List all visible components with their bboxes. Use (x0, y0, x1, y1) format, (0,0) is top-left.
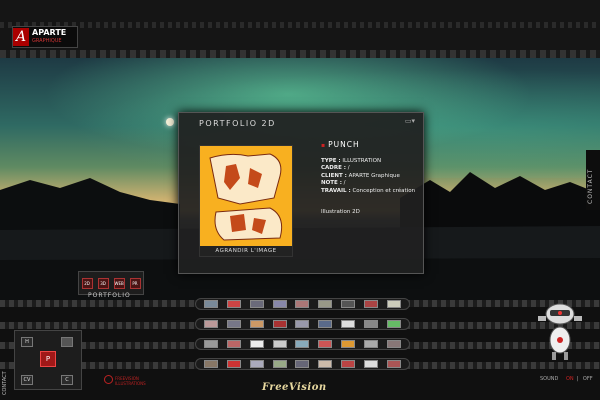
thumbnail[interactable] (249, 300, 264, 308)
category-2d-button[interactable]: 2D (81, 277, 93, 289)
thumbnail-strip-3 (195, 338, 410, 350)
sound-off-button[interactable]: OFF (583, 376, 593, 382)
thumbnail[interactable] (272, 340, 287, 348)
thumbnail[interactable] (318, 320, 333, 328)
sound-toggle: SOUND ON | OFF (540, 376, 593, 382)
thumbnail[interactable] (363, 320, 378, 328)
nav-contact-button[interactable]: C (61, 375, 73, 385)
thumbnail[interactable] (272, 300, 287, 308)
nav-cv-button[interactable]: CV (21, 375, 33, 385)
illustration-image[interactable] (200, 146, 292, 246)
thumbnail[interactable] (227, 320, 242, 328)
thumbnail[interactable] (204, 300, 219, 308)
thumbnail[interactable] (295, 340, 310, 348)
nav-portfolio-button[interactable]: P (40, 351, 56, 367)
thumbnail[interactable] (386, 360, 401, 368)
illustration-sketch (209, 153, 283, 241)
contact-label: CONTACT (587, 168, 594, 204)
field-client: CLIENT : APARTE Graphique (321, 172, 400, 179)
contact-tab[interactable]: CONTACT (586, 150, 600, 210)
field-note: NOTE : / (321, 180, 346, 186)
thumbnail[interactable] (340, 340, 355, 348)
thumbnail[interactable] (363, 360, 378, 368)
category-3d-button[interactable]: 3D (97, 277, 109, 289)
sound-on-button[interactable]: ON (566, 376, 574, 382)
thumbnail[interactable] (249, 320, 264, 328)
thumbnail[interactable] (340, 320, 355, 328)
thumbnail[interactable] (204, 340, 219, 348)
field-frame: CADRE : / (321, 165, 350, 171)
aparte-logo[interactable]: A APARTE GRAPHIQUE (12, 26, 78, 48)
portfolio-title: PORTFOLIO 2D (199, 119, 276, 128)
field-work: TRAVAIL : Conception et création (321, 187, 416, 194)
film-strip-top (0, 50, 600, 58)
thumbnail[interactable] (386, 340, 401, 348)
side-label: CONTACT (2, 371, 8, 395)
field-type: TYPE : ILLUSTRATION (321, 157, 382, 164)
freevision-brand[interactable]: FreeVision (262, 382, 327, 393)
robot-mascot-icon[interactable] (530, 296, 590, 366)
moon (166, 118, 174, 126)
credit-logo-icon (104, 375, 113, 384)
thumbnail-strip-1 (195, 298, 410, 310)
category-menu-label: PORTFOLIO (88, 292, 131, 299)
logo-subtitle: GRAPHIQUE (32, 38, 62, 44)
thumbnail[interactable] (340, 360, 355, 368)
nav-blank-button[interactable] (61, 337, 73, 347)
logo-mark: A (13, 28, 29, 46)
thumbnail[interactable] (318, 340, 333, 348)
portfolio-window: PORTFOLIO 2D ▭▾ AGRANDIR L'IMAGE PUNCH T… (178, 112, 424, 274)
window-controls[interactable]: ▭▾ (405, 117, 415, 125)
thumbnail[interactable] (227, 340, 242, 348)
thumbnail[interactable] (204, 360, 219, 368)
thumbnail[interactable] (272, 360, 287, 368)
thumbnail[interactable] (204, 320, 219, 328)
category-pr-button[interactable]: PR (129, 277, 141, 289)
thumbnail[interactable] (249, 360, 264, 368)
thumbnail-strip-2 (195, 318, 410, 330)
thumbnail[interactable] (386, 320, 401, 328)
project-name: PUNCH (321, 141, 417, 150)
enlarge-image-button[interactable]: AGRANDIR L'IMAGE (200, 246, 292, 256)
thumbnail[interactable] (318, 300, 333, 308)
thumbnail-strip-4 (195, 358, 410, 370)
thumbnail[interactable] (363, 340, 378, 348)
thumbnail[interactable] (386, 300, 401, 308)
project-preview[interactable]: AGRANDIR L'IMAGE (199, 145, 293, 257)
nav-home-button[interactable]: H (21, 337, 33, 347)
logo-name: APARTE (32, 28, 67, 37)
category-web-button[interactable]: WEB (113, 277, 125, 289)
thumbnail[interactable] (295, 360, 310, 368)
thumbnail[interactable] (363, 300, 378, 308)
thumbnail[interactable] (318, 360, 333, 368)
project-info: PUNCH TYPE : ILLUSTRATION CADRE : / CLIE… (321, 141, 417, 217)
thumbnail[interactable] (295, 300, 310, 308)
thumbnail[interactable] (249, 340, 264, 348)
sound-label: SOUND (540, 376, 559, 382)
top-bar: A APARTE GRAPHIQUE (0, 0, 600, 51)
navigation-pad: H P CV C (14, 330, 82, 390)
project-category: Illustration 2D (321, 209, 360, 215)
thumbnail[interactable] (227, 300, 242, 308)
thumbnail[interactable] (272, 320, 287, 328)
freevision-credit[interactable]: FREEVISION ILLUSTRATIONS (104, 375, 146, 387)
thumbnail[interactable] (227, 360, 242, 368)
thumbnail[interactable] (295, 320, 310, 328)
thumbnail[interactable] (340, 300, 355, 308)
